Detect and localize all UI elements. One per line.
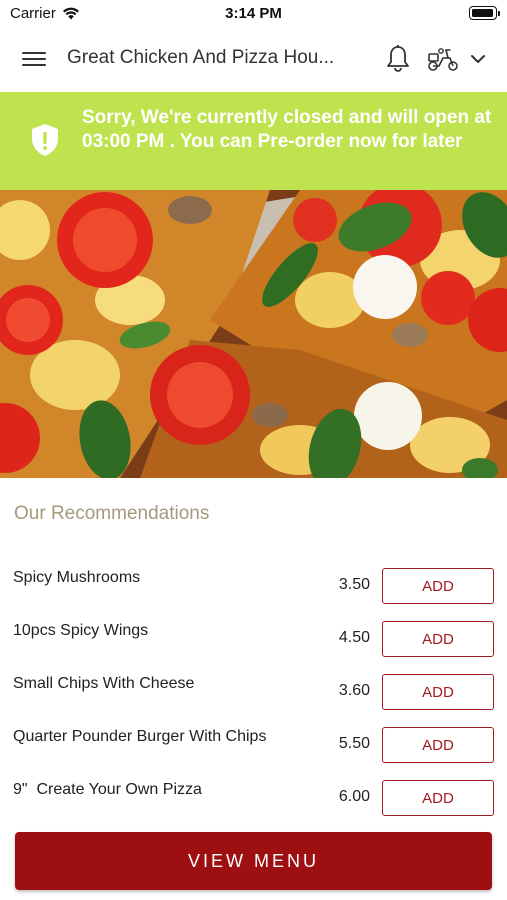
battery-icon bbox=[469, 6, 500, 20]
status-bar: Carrier 3:14 PM bbox=[0, 0, 507, 26]
restaurant-title: Great Chicken And Pizza Hou... bbox=[67, 47, 335, 68]
pizza-photo bbox=[0, 190, 507, 478]
add-button[interactable]: ADD bbox=[382, 621, 494, 657]
item-name: Quarter Pounder Burger With Chips bbox=[13, 728, 267, 745]
add-button[interactable]: ADD bbox=[382, 674, 494, 710]
recommendations-heading: Our Recommendations bbox=[14, 503, 210, 524]
list-item: 9" Create Your Own Pizza 6.00 ADD bbox=[0, 769, 507, 822]
clock: 3:14 PM bbox=[225, 5, 282, 22]
item-price: 6.00 bbox=[338, 788, 370, 805]
item-price: 4.50 bbox=[338, 629, 370, 646]
item-price: 3.50 bbox=[338, 576, 370, 593]
closed-message: Sorry, We're currently closed and will o… bbox=[82, 107, 492, 152]
list-item: Small Chips With Cheese 3.60 ADD bbox=[0, 663, 507, 716]
item-name: 9" Create Your Own Pizza bbox=[13, 781, 202, 798]
add-button[interactable]: ADD bbox=[382, 727, 494, 763]
list-item: Quarter Pounder Burger With Chips 5.50 A… bbox=[0, 716, 507, 769]
list-item: Spicy Mushrooms 3.50 ADD bbox=[0, 557, 507, 610]
top-nav-bar: Great Chicken And Pizza Hou... bbox=[0, 26, 507, 92]
bell-icon[interactable] bbox=[384, 44, 412, 74]
chevron-down-icon[interactable] bbox=[468, 50, 488, 68]
item-name: 10pcs Spicy Wings bbox=[13, 622, 149, 639]
item-name: Small Chips With Cheese bbox=[13, 675, 195, 692]
shield-alert-icon bbox=[32, 124, 58, 156]
item-price: 5.50 bbox=[338, 735, 370, 752]
item-name: Spicy Mushrooms bbox=[13, 569, 141, 586]
add-button[interactable]: ADD bbox=[382, 568, 494, 604]
item-price: 3.60 bbox=[338, 682, 370, 699]
view-menu-button[interactable]: VIEW MENU bbox=[15, 832, 492, 890]
menu-icon[interactable] bbox=[22, 50, 46, 68]
scooter-icon[interactable] bbox=[426, 45, 460, 73]
closed-banner: Sorry, We're currently closed and will o… bbox=[0, 92, 507, 190]
add-button[interactable]: ADD bbox=[382, 780, 494, 816]
list-item: 10pcs Spicy Wings 4.50 ADD bbox=[0, 610, 507, 663]
